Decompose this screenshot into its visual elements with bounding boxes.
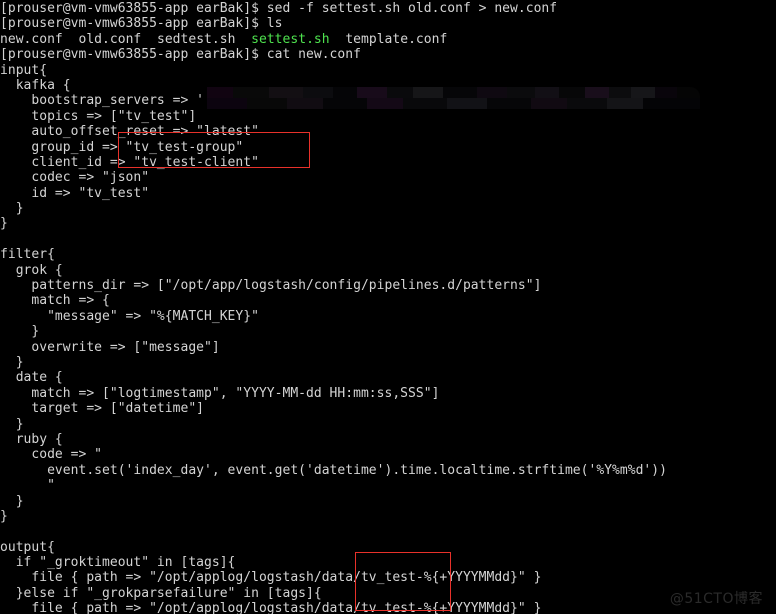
config-text-line: codec => "json" [0,170,150,186]
config-text-line: grok { [0,262,63,278]
ls-file-settest-sh: settest.sh [251,31,330,47]
shell-prompt-line: [prouser@vm-vmw63855-app earBak]$ ls [0,16,283,32]
terminal-line: date { [0,370,776,385]
terminal-line: overwrite => ["message"] [0,340,776,355]
config-text-line: topics => ["tv_test"] [0,108,197,124]
terminal-line: [prouser@vm-vmw63855-app earBak]$ sed -f… [0,1,776,16]
config-text-line: } [0,324,40,340]
config-text-line: "message" => "%{MATCH_KEY}" [0,308,259,324]
config-text-line: } [0,216,8,232]
config-text-line: ruby { [0,431,63,447]
config-text-line: overwrite => ["message"] [0,339,220,355]
terminal-line: group_id => "tv_test-group" [0,140,776,155]
terminal-line: bootstrap_servers => ' [0,93,776,108]
terminal-line: } [0,216,776,231]
terminal-line: code => " [0,447,776,462]
terminal-line: codec => "json" [0,170,776,185]
terminal-line: } [0,509,776,524]
config-text-line: auto_offset_reset => "latest" [0,124,259,140]
config-text-line: }else if "_grokparsefailure" in [tags]{ [0,585,322,601]
terminal-line: " [0,478,776,493]
terminal-output-area: [prouser@vm-vmw63855-app earBak]$ sed -f… [0,1,776,614]
ls-file-template-conf: template.conf [345,31,448,47]
config-text-line: client_id => "tv_test-client" [0,154,259,170]
terminal-line: event.set('index_day', event.get('dateti… [0,463,776,478]
terminal-line: patterns_dir => ["/opt/app/logstash/conf… [0,278,776,293]
config-text-line: bootstrap_servers => ' [0,93,205,109]
terminal-line: new.conf old.conf sedtest.sh settest.sh … [0,32,776,47]
config-text-line: } [0,354,24,370]
terminal-line: }else if "_grokparsefailure" in [tags]{ [0,586,776,601]
ls-file-new-conf: new.conf [0,31,63,47]
shell-prompt-line: [prouser@vm-vmw63855-app earBak]$ sed -f… [0,1,558,16]
terminal-line: } [0,324,776,339]
terminal-line: input{ [0,63,776,78]
config-text-line: kafka { [0,77,71,93]
terminal-line: match => { [0,293,776,308]
terminal-line: match => ["logtimestamp", "YYYY-MM-dd HH… [0,386,776,401]
config-text-line: target => ["datetime"] [0,401,205,417]
config-text-line: " [0,478,55,494]
config-text-line: code => " [0,447,103,463]
config-text-line: filter{ [0,247,55,263]
terminal-line: id => "tv_test" [0,186,776,201]
config-text-line: id => "tv_test" [0,185,150,201]
config-text-line: input{ [0,62,48,78]
watermark-label: @51CTO博客 [669,590,763,607]
terminal-line: topics => ["tv_test"] [0,109,776,124]
terminal-line: file { path => "/opt/applog/logstash/dat… [0,601,776,614]
config-text-line: output{ [0,539,55,555]
terminal-line: } [0,417,776,432]
terminal-line: target => ["datetime"] [0,401,776,416]
ls-separator [235,32,251,47]
ls-file-old-conf: old.conf [78,31,142,47]
config-text-line: file { path => "/opt/applog/logstash/dat… [0,570,542,586]
ls-separator [330,32,346,47]
ls-file-sedtest-sh: sedtest.sh [156,31,236,47]
config-text-line: event.set('index_day', event.get('dateti… [0,462,667,478]
terminal-line: file { path => "/opt/applog/logstash/dat… [0,570,776,585]
terminal-line: kafka { [0,78,776,93]
terminal-line: if "_groktimeout" in [tags]{ [0,555,776,570]
config-text-line: } [0,508,8,524]
config-text-line: } [0,201,24,217]
config-text-line: date { [0,370,63,386]
config-text-line: } [0,493,24,509]
config-text-line: match => ["logtimestamp", "YYYY-MM-dd HH… [0,385,440,401]
config-text-line: file { path => "/opt/applog/logstash/dat… [0,601,542,614]
terminal-line: grok { [0,263,776,278]
terminal-line: filter{ [0,247,776,262]
terminal-line: } [0,355,776,370]
terminal-line: "message" => "%{MATCH_KEY}" [0,309,776,324]
config-text-line: group_id => "tv_test-group" [0,139,244,155]
terminal-line: auto_offset_reset => "latest" [0,124,776,139]
terminal-line: } [0,494,776,509]
terminal-line: [prouser@vm-vmw63855-app earBak]$ cat ne… [0,47,776,62]
terminal-window[interactable]: [prouser@vm-vmw63855-app earBak]$ sed -f… [0,0,776,614]
terminal-line: } [0,201,776,216]
ls-separator [141,32,157,47]
shell-prompt-line: [prouser@vm-vmw63855-app earBak]$ cat ne… [0,47,361,63]
config-text-line: } [0,416,24,432]
config-text-line: match => { [0,293,110,309]
terminal-line: client_id => "tv_test-client" [0,155,776,170]
ls-separator [63,32,79,47]
terminal-line: ruby { [0,432,776,447]
terminal-line: output{ [0,540,776,555]
terminal-line: [prouser@vm-vmw63855-app earBak]$ ls [0,16,776,31]
config-text-line: if "_groktimeout" in [tags]{ [0,555,236,571]
config-text-line: patterns_dir => ["/opt/app/logstash/conf… [0,278,542,294]
